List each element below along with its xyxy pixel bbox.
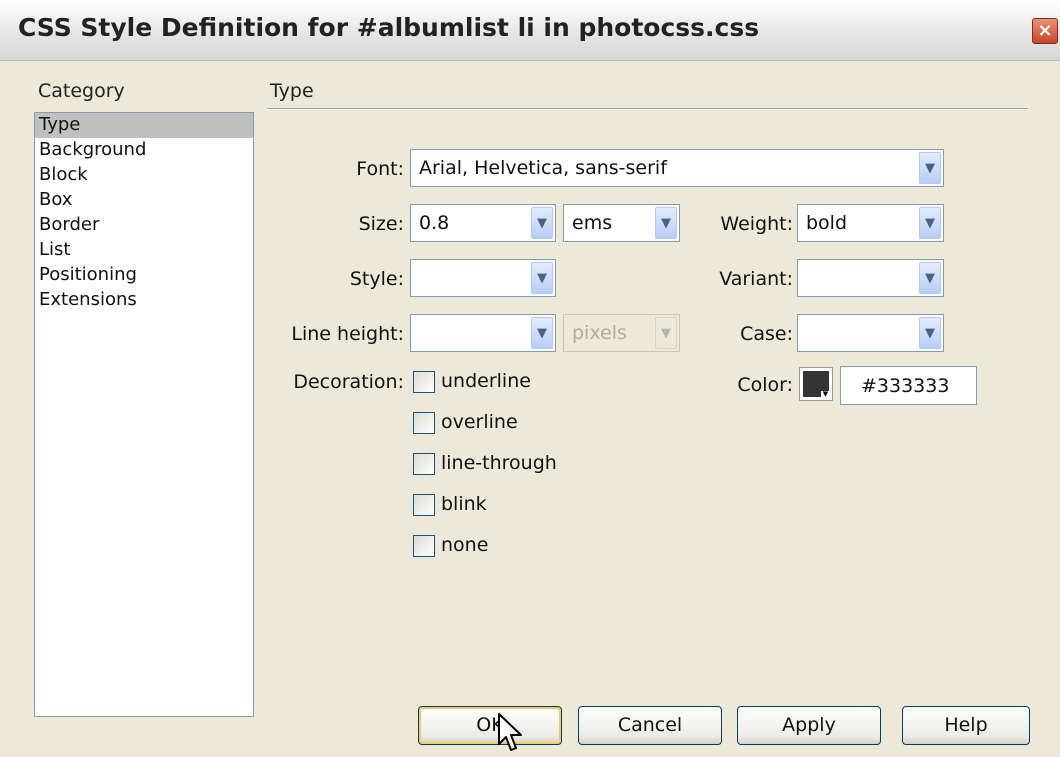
help-button[interactable]: Help [902,706,1030,745]
underline-checkbox[interactable] [413,371,435,393]
line-height-select[interactable]: ▼ [410,314,556,352]
category-item-block[interactable]: Block [35,163,253,188]
line-height-unit-select: pixels ▼ [563,314,680,352]
decoration-label: Decoration: [293,371,404,393]
chevron-down-icon[interactable]: ▼ [531,317,553,349]
weight-label: Weight: [720,213,793,235]
category-item-background[interactable]: Background [35,138,253,163]
chevron-down-icon: ▼ [821,390,830,398]
chevron-down-icon: ▼ [655,317,677,349]
none-label: none [441,534,489,556]
category-item-type[interactable]: Type [35,113,253,138]
chevron-down-icon[interactable]: ▼ [919,152,941,184]
font-select[interactable]: Arial, Helvetica, sans-serif ▼ [410,149,944,187]
line-through-label: line-through [441,452,557,474]
color-input[interactable]: #333333 [840,366,977,405]
underline-label: underline [441,370,531,392]
mouse-pointer-icon [498,713,522,751]
chevron-down-icon[interactable]: ▼ [655,207,677,239]
section-title: Type [270,80,314,102]
chevron-down-icon[interactable]: ▼ [919,262,941,294]
variant-label: Variant: [719,268,793,290]
case-select[interactable]: ▼ [797,314,944,352]
category-label: Category [38,80,125,102]
weight-select[interactable]: bold ▼ [797,204,944,242]
chevron-down-icon[interactable]: ▼ [531,207,553,239]
case-label: Case: [740,323,793,345]
category-item-positioning[interactable]: Positioning [35,263,253,288]
title-bar: CSS Style Definition for #albumlist li i… [0,0,1060,61]
category-item-list[interactable]: List [35,238,253,263]
ok-button[interactable]: OK [418,706,562,745]
line-through-checkbox[interactable] [413,453,435,475]
apply-button[interactable]: Apply [737,706,881,745]
font-label: Font: [356,158,404,180]
line-height-unit-value: pixels [572,322,627,344]
style-select[interactable]: ▼ [410,259,556,297]
weight-value: bold [806,212,848,234]
category-item-box[interactable]: Box [35,188,253,213]
css-style-definition-dialog: CSS Style Definition for #albumlist li i… [0,0,1060,757]
color-label: Color: [737,374,793,396]
overline-checkbox[interactable] [413,412,435,434]
style-label: Style: [349,268,404,290]
variant-select[interactable]: ▼ [797,259,944,297]
chevron-down-icon[interactable]: ▼ [919,317,941,349]
blink-checkbox[interactable] [413,494,435,516]
section-divider [267,108,1028,110]
category-item-extensions[interactable]: Extensions [35,288,253,313]
color-swatch: ▼ [803,371,830,398]
chevron-down-icon[interactable]: ▼ [531,262,553,294]
size-unit-select[interactable]: ems ▼ [563,204,680,242]
close-icon[interactable]: × [1032,18,1058,44]
size-value: 0.8 [419,212,450,234]
size-label: Size: [358,213,404,235]
chevron-down-icon[interactable]: ▼ [919,207,941,239]
color-value: #333333 [861,375,950,397]
category-item-border[interactable]: Border [35,213,253,238]
line-height-label: Line height: [291,323,404,345]
category-list[interactable]: Type Background Block Box Border List Po… [34,112,254,717]
window-title: CSS Style Definition for #albumlist li i… [18,13,760,42]
cancel-button[interactable]: Cancel [578,706,722,745]
size-unit-value: ems [572,212,613,234]
color-swatch-button[interactable]: ▼ [799,367,833,401]
none-checkbox[interactable] [413,535,435,557]
overline-label: overline [441,411,518,433]
blink-label: blink [441,493,487,515]
font-value: Arial, Helvetica, sans-serif [419,157,667,179]
size-select[interactable]: 0.8 ▼ [410,204,556,242]
